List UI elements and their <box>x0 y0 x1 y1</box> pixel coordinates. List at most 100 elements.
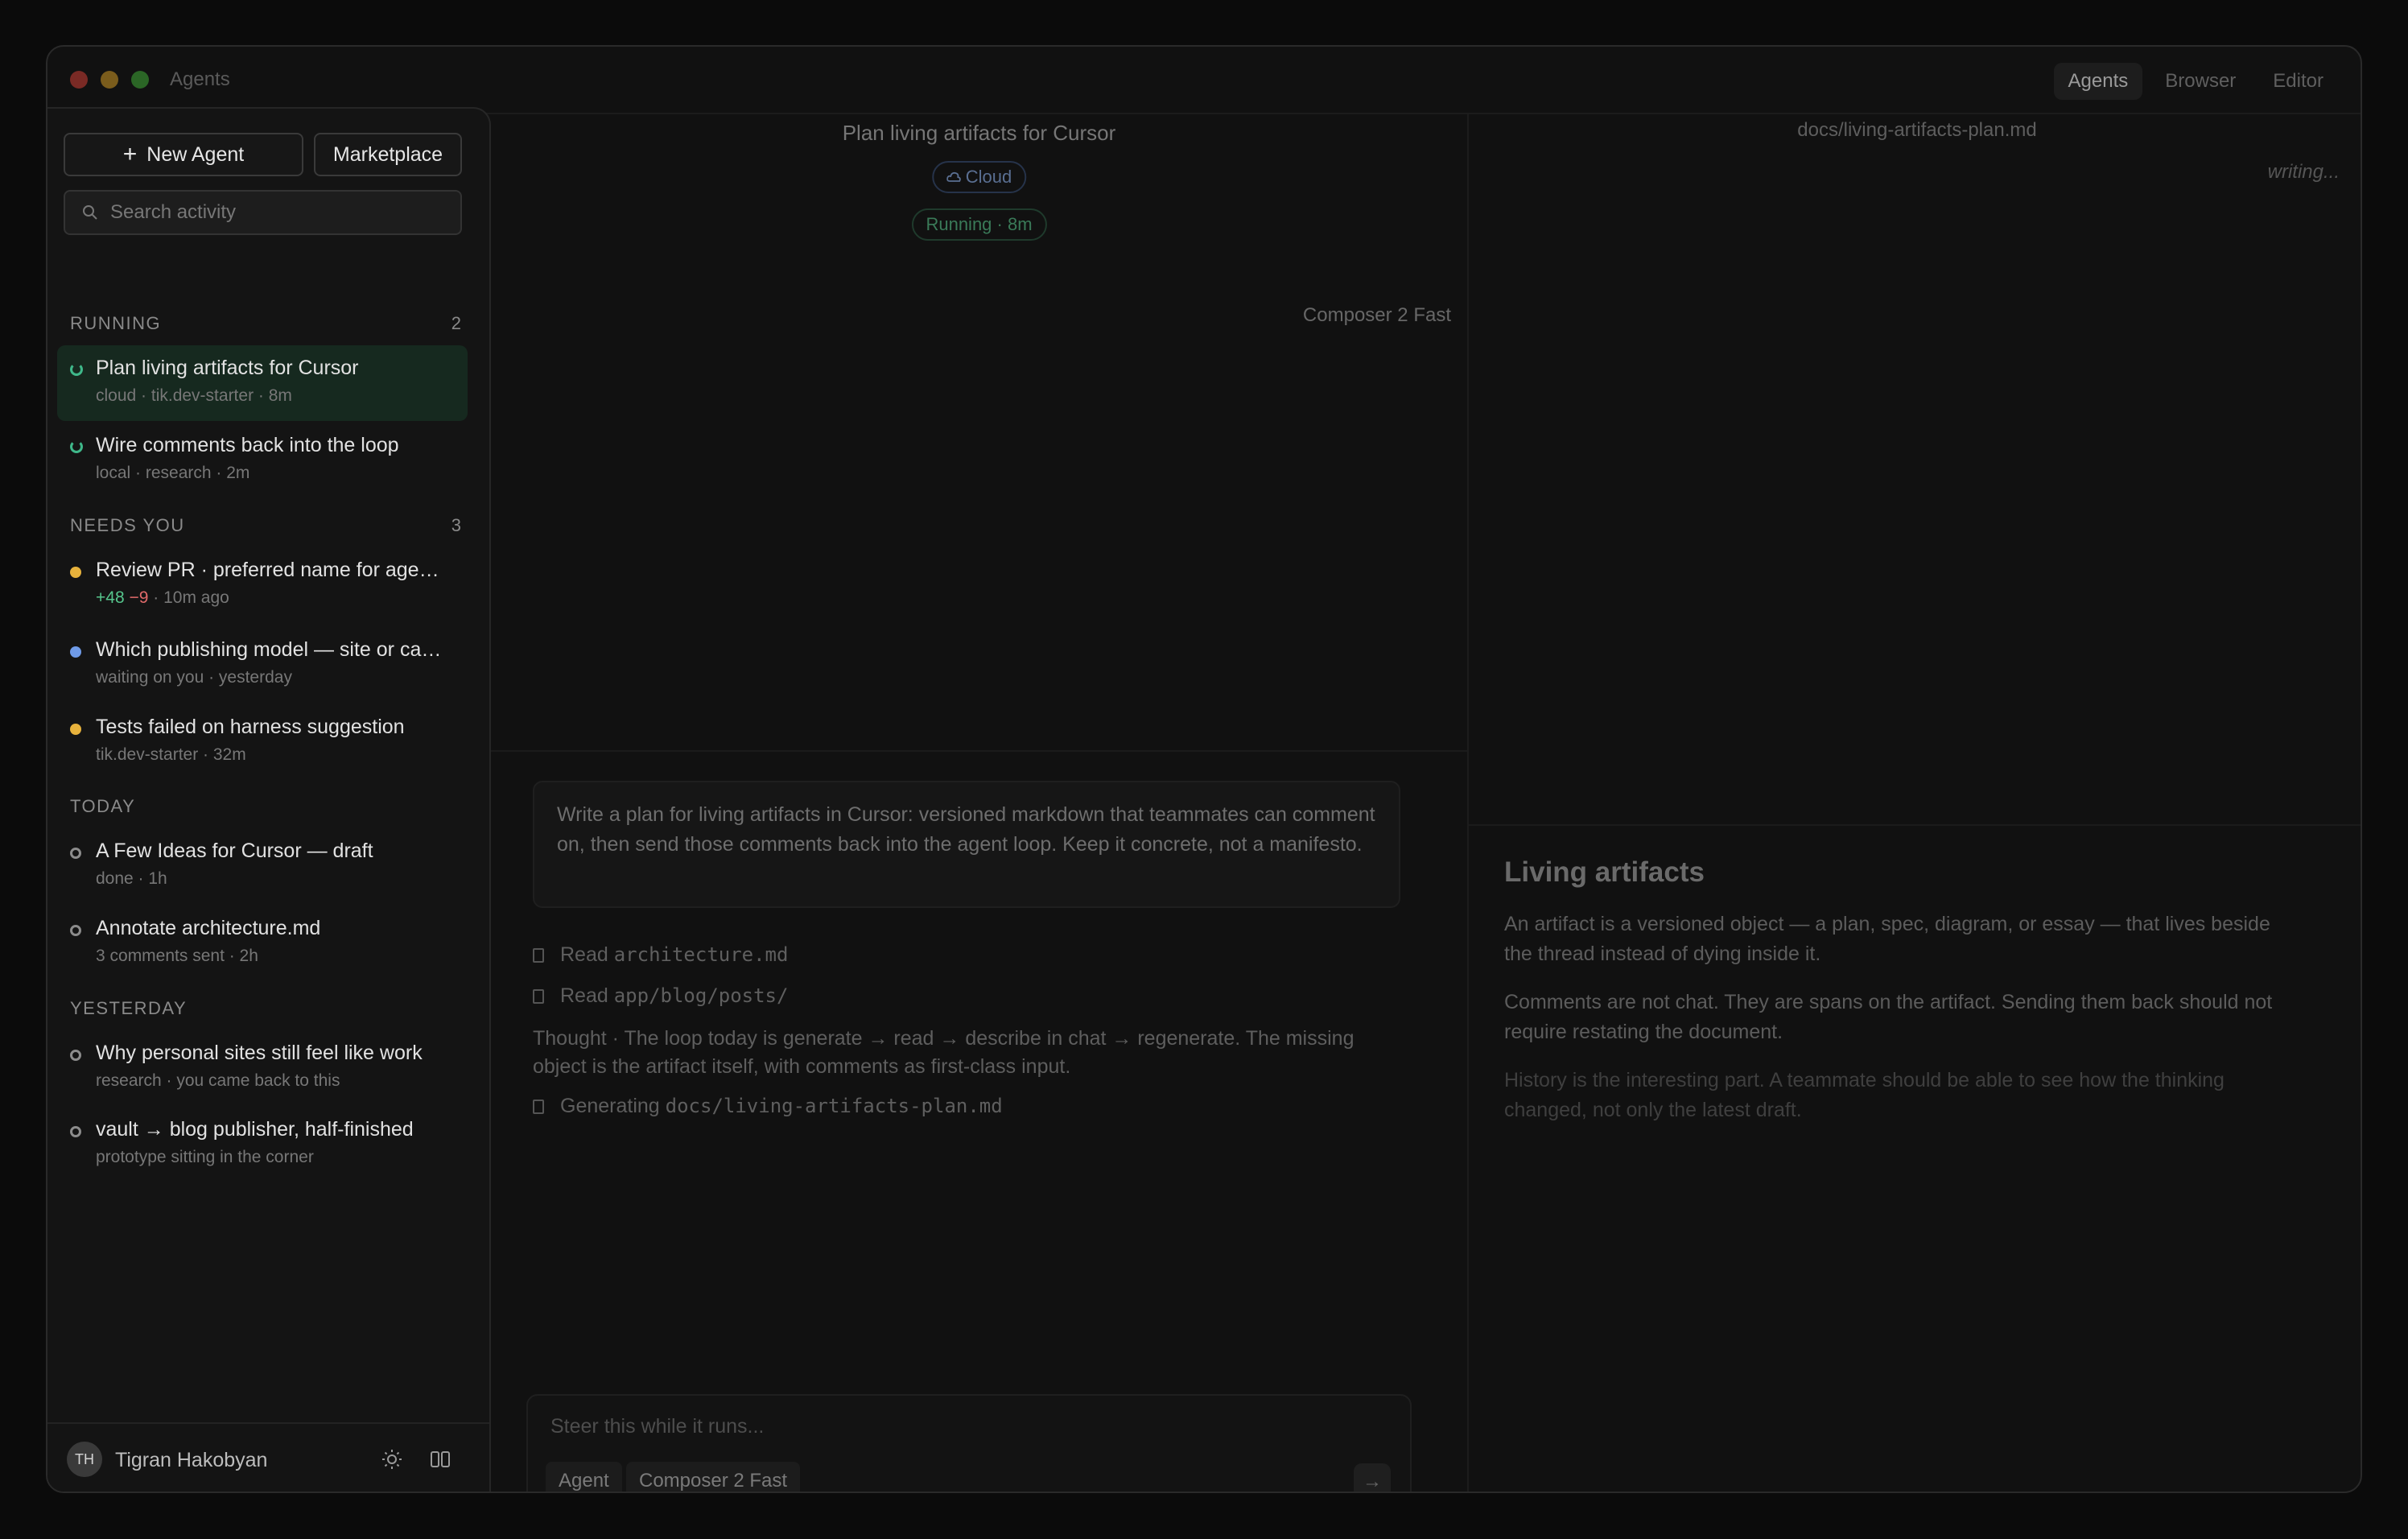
section-count: 3 <box>451 515 461 535</box>
list-item[interactable]: Why personal sites still feel like work … <box>57 1030 468 1106</box>
file-icon <box>533 948 544 963</box>
tool-verb: Read <box>560 984 608 1007</box>
tool-target: architecture.md <box>613 943 789 966</box>
list-item[interactable]: Plan living artifacts for Cursor cloud ·… <box>57 345 468 421</box>
item-title: A Few Ideas for Cursor — draft <box>96 840 373 862</box>
zoom-window-button[interactable] <box>131 71 149 89</box>
send-button[interactable]: → <box>1354 1463 1391 1492</box>
item-title: Why personal sites still feel like work <box>96 1042 423 1064</box>
additions-count: +48 <box>96 588 125 607</box>
writing-status: writing... <box>2267 161 2340 183</box>
item-title: vault → blog publisher, half-finished <box>96 1118 414 1141</box>
agent-mode-chip[interactable]: Agent <box>546 1462 622 1492</box>
item-meta: prototype sitting in the corner <box>96 1148 314 1166</box>
arrow-right-icon: → <box>1363 1471 1382 1492</box>
user-prompt-message: Write a plan for living artifacts in Cur… <box>533 781 1400 908</box>
steer-composer[interactable]: Steer this while it runs... Agent Compos… <box>526 1394 1412 1492</box>
layout-icon[interactable] <box>429 1448 452 1471</box>
list-item[interactable]: Review PR · preferred name for age… +48 … <box>57 547 468 623</box>
steer-input[interactable]: Steer this while it runs... <box>550 1415 764 1438</box>
spinner-icon <box>70 363 83 376</box>
artifact-paragraph: History is the interesting part. A teamm… <box>1504 1069 2225 1121</box>
app-window: Agents Agents Browser Editor Plan living… <box>46 45 2362 1493</box>
section-count: 2 <box>451 313 461 333</box>
item-meta: local · research · 2m <box>96 464 250 482</box>
artifact-path[interactable]: docs/living-artifacts-plan.md <box>1469 119 2361 142</box>
tab-agents[interactable]: Agents <box>2053 63 2143 100</box>
item-meta: 3 comments sent · 2h <box>96 947 258 965</box>
item-title: Review PR · preferred name for age… <box>96 559 439 581</box>
file-icon <box>533 989 544 1004</box>
tab-editor[interactable]: Editor <box>2258 63 2338 100</box>
item-title: Which publishing model — site or ca… <box>96 638 442 661</box>
status-dot-icon <box>70 1126 81 1137</box>
status-dot-icon <box>70 1050 81 1061</box>
list-item[interactable]: Annotate architecture.md 3 comments sent… <box>57 906 468 981</box>
tool-call-read-2[interactable]: Read app/blog/posts/ <box>533 984 788 1008</box>
thread-title: Plan living artifacts for Cursor <box>842 121 1116 145</box>
item-meta: tik.dev-starter · 32m <box>96 745 246 764</box>
running-badge: Running · 8m <box>911 208 1047 241</box>
item-meta: cloud · tik.dev-starter · 8m <box>96 386 292 405</box>
plus-icon: + <box>122 141 138 167</box>
item-title: Tests failed on harness suggestion <box>96 716 405 738</box>
close-window-button[interactable] <box>70 71 88 89</box>
tab-browser[interactable]: Browser <box>2150 63 2250 100</box>
status-dot-icon <box>70 646 81 658</box>
tool-verb: Read <box>560 943 608 966</box>
list-item[interactable]: Wire comments back into the loop local ·… <box>57 423 468 498</box>
status-dot-icon <box>70 925 81 936</box>
search-icon <box>83 205 97 220</box>
section-needs-you: NEEDS YOU 3 <box>70 515 461 536</box>
cloud-label: Cloud <box>965 167 1012 187</box>
section-today: TODAY <box>70 796 461 817</box>
tool-call-read-1[interactable]: Read architecture.md <box>533 943 788 967</box>
spinner-icon <box>70 440 83 453</box>
agent-thread-panel: Plan living artifacts for Cursor Cloud R… <box>491 113 1467 1492</box>
new-agent-button[interactable]: + New Agent <box>64 133 303 176</box>
list-item[interactable]: Tests failed on harness suggestion tik.d… <box>57 704 468 780</box>
artifact-panel: docs/living-artifacts-plan.md writing...… <box>1467 113 2361 1492</box>
artifact-paragraph: An artifact is a versioned object — a pl… <box>1504 913 2270 965</box>
divider <box>491 750 1467 752</box>
mode-tabs: Agents Browser Editor <box>2053 63 2338 100</box>
list-item[interactable]: vault → blog publisher, half-finished pr… <box>57 1107 468 1182</box>
item-meta: research · you came back to this <box>96 1071 340 1090</box>
section-yesterday: YESTERDAY <box>70 998 461 1019</box>
item-meta: waiting on you · yesterday <box>96 668 292 687</box>
user-name[interactable]: Tigran Hakobyan <box>115 1449 267 1472</box>
new-agent-label: New Agent <box>146 142 245 166</box>
section-label: NEEDS YOU <box>70 515 185 535</box>
status-dot-icon <box>70 724 81 735</box>
section-label: TODAY <box>70 796 136 816</box>
item-meta-time: · 10m ago <box>148 588 229 607</box>
section-label: YESTERDAY <box>70 998 188 1018</box>
cloud-icon <box>946 171 961 182</box>
model-label: Composer 2 Fast <box>1302 304 1451 326</box>
deletions-count: −9 <box>129 588 149 607</box>
minimize-window-button[interactable] <box>101 71 118 89</box>
list-item[interactable]: Which publishing model — site or ca… wai… <box>57 627 468 703</box>
item-meta: done · 1h <box>96 869 167 888</box>
item-title: Annotate architecture.md <box>96 917 321 939</box>
sidebar: + New Agent Marketplace Search activity R… <box>47 107 491 1492</box>
sun-icon[interactable] <box>381 1448 403 1471</box>
title-bar: Agents Agents Browser Editor <box>47 47 2361 114</box>
section-running: RUNNING 2 <box>70 313 461 334</box>
file-icon <box>533 1100 544 1114</box>
tool-target: app/blog/posts/ <box>613 984 789 1007</box>
model-chip[interactable]: Composer 2 Fast <box>626 1462 801 1492</box>
artifact-paragraph: Comments are not chat. They are spans on… <box>1504 991 2273 1043</box>
artifact-heading: Living artifacts <box>1504 856 1705 888</box>
list-item[interactable]: A Few Ideas for Cursor — draft done · 1h <box>57 828 468 904</box>
section-label: RUNNING <box>70 313 162 333</box>
avatar[interactable]: TH <box>67 1442 102 1477</box>
sidebar-footer: TH Tigran Hakobyan <box>47 1422 489 1492</box>
tool-call-generating[interactable]: Generating docs/living-artifacts-plan.md <box>533 1095 1003 1118</box>
tool-target: docs/living-artifacts-plan.md <box>665 1095 1003 1117</box>
tool-verb: Generating <box>560 1095 660 1117</box>
thought-text: Thought · The loop today is generate → r… <box>533 1027 1354 1078</box>
search-activity-input[interactable]: Search activity <box>64 190 462 235</box>
item-title: Plan living artifacts for Cursor <box>96 357 359 379</box>
marketplace-button[interactable]: Marketplace <box>314 133 462 176</box>
